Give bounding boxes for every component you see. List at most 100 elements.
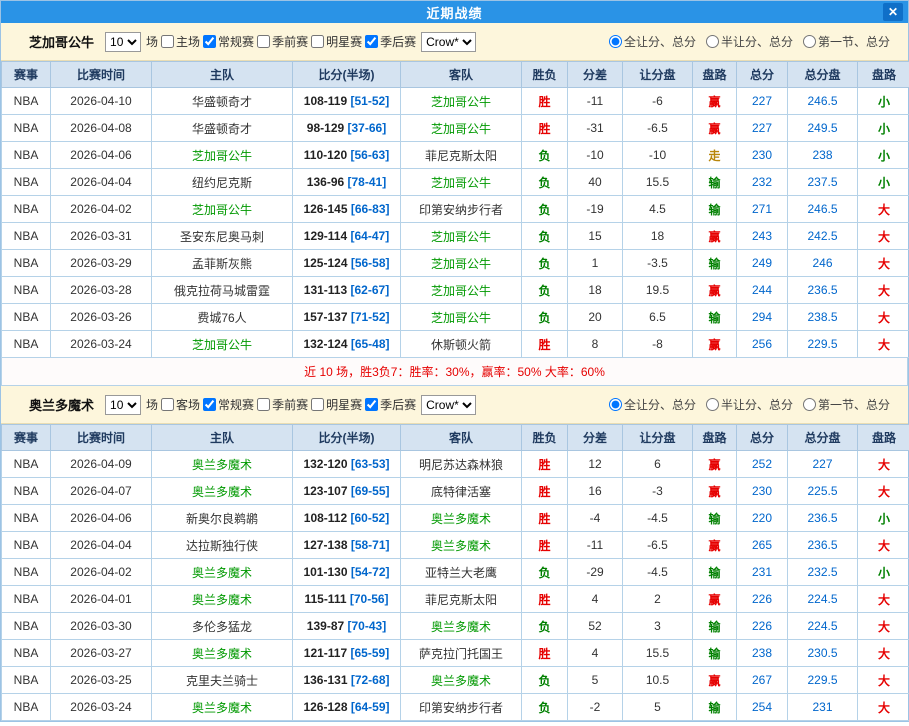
checkbox-playoffs[interactable]: 季后赛: [365, 396, 416, 413]
odds-company-select[interactable]: Crow*: [421, 395, 476, 415]
radio-first-quarter-total[interactable]: 第一节、总分: [803, 33, 890, 50]
radio-first-quarter-total[interactable]: 第一节、总分: [803, 396, 890, 413]
checkbox-venue[interactable]: 客场: [161, 396, 200, 413]
diff-cell: 40: [568, 169, 623, 196]
preseason-checkbox-label: 季前赛: [272, 396, 308, 413]
date-cell: 2026-04-07: [51, 478, 152, 505]
away-team-cell: 芝加哥公牛: [401, 169, 522, 196]
first-quarter-radio[interactable]: [803, 35, 816, 48]
radio-half-handicap-total[interactable]: 半让分、总分: [706, 396, 793, 413]
total-line-cell: 224.5: [788, 586, 858, 613]
total-result-cell: 大: [858, 640, 909, 667]
league-cell: NBA: [2, 478, 51, 505]
allstar-checkbox[interactable]: [311, 35, 324, 48]
full-handicap-radio[interactable]: [609, 35, 622, 48]
half-score: [65-59]: [347, 646, 389, 660]
col-header-score: 比分(半场): [293, 62, 401, 88]
half-score: [72-68]: [348, 673, 390, 687]
total-line-cell: 230.5: [788, 640, 858, 667]
odds-company-select[interactable]: Crow*: [421, 32, 476, 52]
checkbox-allstar[interactable]: 明星赛: [311, 33, 362, 50]
radio-full-handicap-total[interactable]: 全让分、总分: [609, 33, 696, 50]
checkbox-preseason[interactable]: 季前赛: [257, 396, 308, 413]
date-cell: 2026-03-30: [51, 613, 152, 640]
col-header-total-result: 盘路: [858, 62, 909, 88]
home-team-cell: 华盛顿奇才: [152, 115, 293, 142]
table-row: NBA2026-03-30多伦多猛龙139-87 [70-43]奥兰多魔术负52…: [2, 613, 909, 640]
checkbox-playoffs[interactable]: 季后赛: [365, 33, 416, 50]
handicap-result-cell: 输: [693, 169, 737, 196]
checkbox-preseason[interactable]: 季前赛: [257, 33, 308, 50]
checkbox-allstar[interactable]: 明星赛: [311, 396, 362, 413]
table-row: NBA2026-04-02奥兰多魔术101-130 [54-72]亚特兰大老鹰负…: [2, 559, 909, 586]
first-quarter-radio[interactable]: [803, 398, 816, 411]
table-row: NBA2026-04-09奥兰多魔术132-120 [63-53]明尼苏达森林狼…: [2, 451, 909, 478]
half-handicap-radio-label: 半让分、总分: [721, 33, 793, 50]
score-cell: 115-111 [70-56]: [293, 586, 401, 613]
date-cell: 2026-03-25: [51, 667, 152, 694]
diff-cell: -29: [568, 559, 623, 586]
half-score: [37-66]: [344, 121, 386, 135]
col-header-away: 客队: [401, 62, 522, 88]
league-cell: NBA: [2, 304, 51, 331]
total-line-cell: 242.5: [788, 223, 858, 250]
table-row: NBA2026-03-26费城76人157-137 [71-52]芝加哥公牛负2…: [2, 304, 909, 331]
result-cell: 负: [522, 196, 568, 223]
half-handicap-radio-label: 半让分、总分: [721, 396, 793, 413]
half-handicap-radio[interactable]: [706, 35, 719, 48]
handicap-cell: 19.5: [623, 277, 693, 304]
col-header-total-result: 盘路: [858, 425, 909, 451]
total-cell: 226: [737, 613, 788, 640]
handicap-cell: 15.5: [623, 169, 693, 196]
playoffs-checkbox[interactable]: [365, 35, 378, 48]
preseason-checkbox[interactable]: [257, 35, 270, 48]
preseason-checkbox[interactable]: [257, 398, 270, 411]
close-icon[interactable]: ✕: [883, 3, 903, 21]
score-cell: 132-124 [65-48]: [293, 331, 401, 358]
home-team-cell: 芝加哥公牛: [152, 142, 293, 169]
total-line-cell: 238: [788, 142, 858, 169]
checkbox-regular-season[interactable]: 常规赛: [203, 33, 254, 50]
half-handicap-radio[interactable]: [706, 398, 719, 411]
table-row: NBA2026-03-24奥兰多魔术126-128 [64-59]印第安纳步行者…: [2, 694, 909, 721]
radio-full-handicap-total[interactable]: 全让分、总分: [609, 396, 696, 413]
half-score: [69-55]: [348, 484, 390, 498]
regular-season-checkbox[interactable]: [203, 398, 216, 411]
allstar-checkbox[interactable]: [311, 398, 324, 411]
home-team-cell: 新奥尔良鹈鹕: [152, 505, 293, 532]
away-team-cell: 菲尼克斯太阳: [401, 586, 522, 613]
table-row: NBA2026-04-02芝加哥公牛126-145 [66-83]印第安纳步行者…: [2, 196, 909, 223]
diff-cell: 8: [568, 331, 623, 358]
half-score: [70-56]: [347, 592, 389, 606]
total-result-cell: 小: [858, 169, 909, 196]
date-cell: 2026-04-02: [51, 196, 152, 223]
final-score: 127-138: [303, 538, 347, 552]
handicap-cell: -6.5: [623, 532, 693, 559]
date-cell: 2026-04-06: [51, 505, 152, 532]
checkbox-regular-season[interactable]: 常规赛: [203, 396, 254, 413]
half-score: [71-52]: [348, 310, 390, 324]
total-result-cell: 大: [858, 196, 909, 223]
venue-checkbox-label: 主场: [176, 33, 200, 50]
venue-checkbox[interactable]: [161, 35, 174, 48]
total-line-cell: 237.5: [788, 169, 858, 196]
total-line-cell: 246.5: [788, 88, 858, 115]
score-cell: 110-120 [56-63]: [293, 142, 401, 169]
result-cell: 负: [522, 277, 568, 304]
game-count-select[interactable]: 10: [105, 395, 141, 415]
final-score: 132-120: [303, 457, 347, 471]
total-cell: 220: [737, 505, 788, 532]
playoffs-checkbox[interactable]: [365, 398, 378, 411]
full-handicap-radio[interactable]: [609, 398, 622, 411]
radio-half-handicap-total[interactable]: 半让分、总分: [706, 33, 793, 50]
total-line-cell: 249.5: [788, 115, 858, 142]
game-count-select[interactable]: 10: [105, 32, 141, 52]
venue-checkbox[interactable]: [161, 398, 174, 411]
checkbox-venue[interactable]: 主场: [161, 33, 200, 50]
table-row: NBA2026-03-24芝加哥公牛132-124 [65-48]休斯顿火箭胜8…: [2, 331, 909, 358]
handicap-cell: -6: [623, 88, 693, 115]
col-header-total-line: 总分盘: [788, 425, 858, 451]
result-cell: 负: [522, 169, 568, 196]
regular-season-checkbox[interactable]: [203, 35, 216, 48]
score-cell: 131-113 [62-67]: [293, 277, 401, 304]
